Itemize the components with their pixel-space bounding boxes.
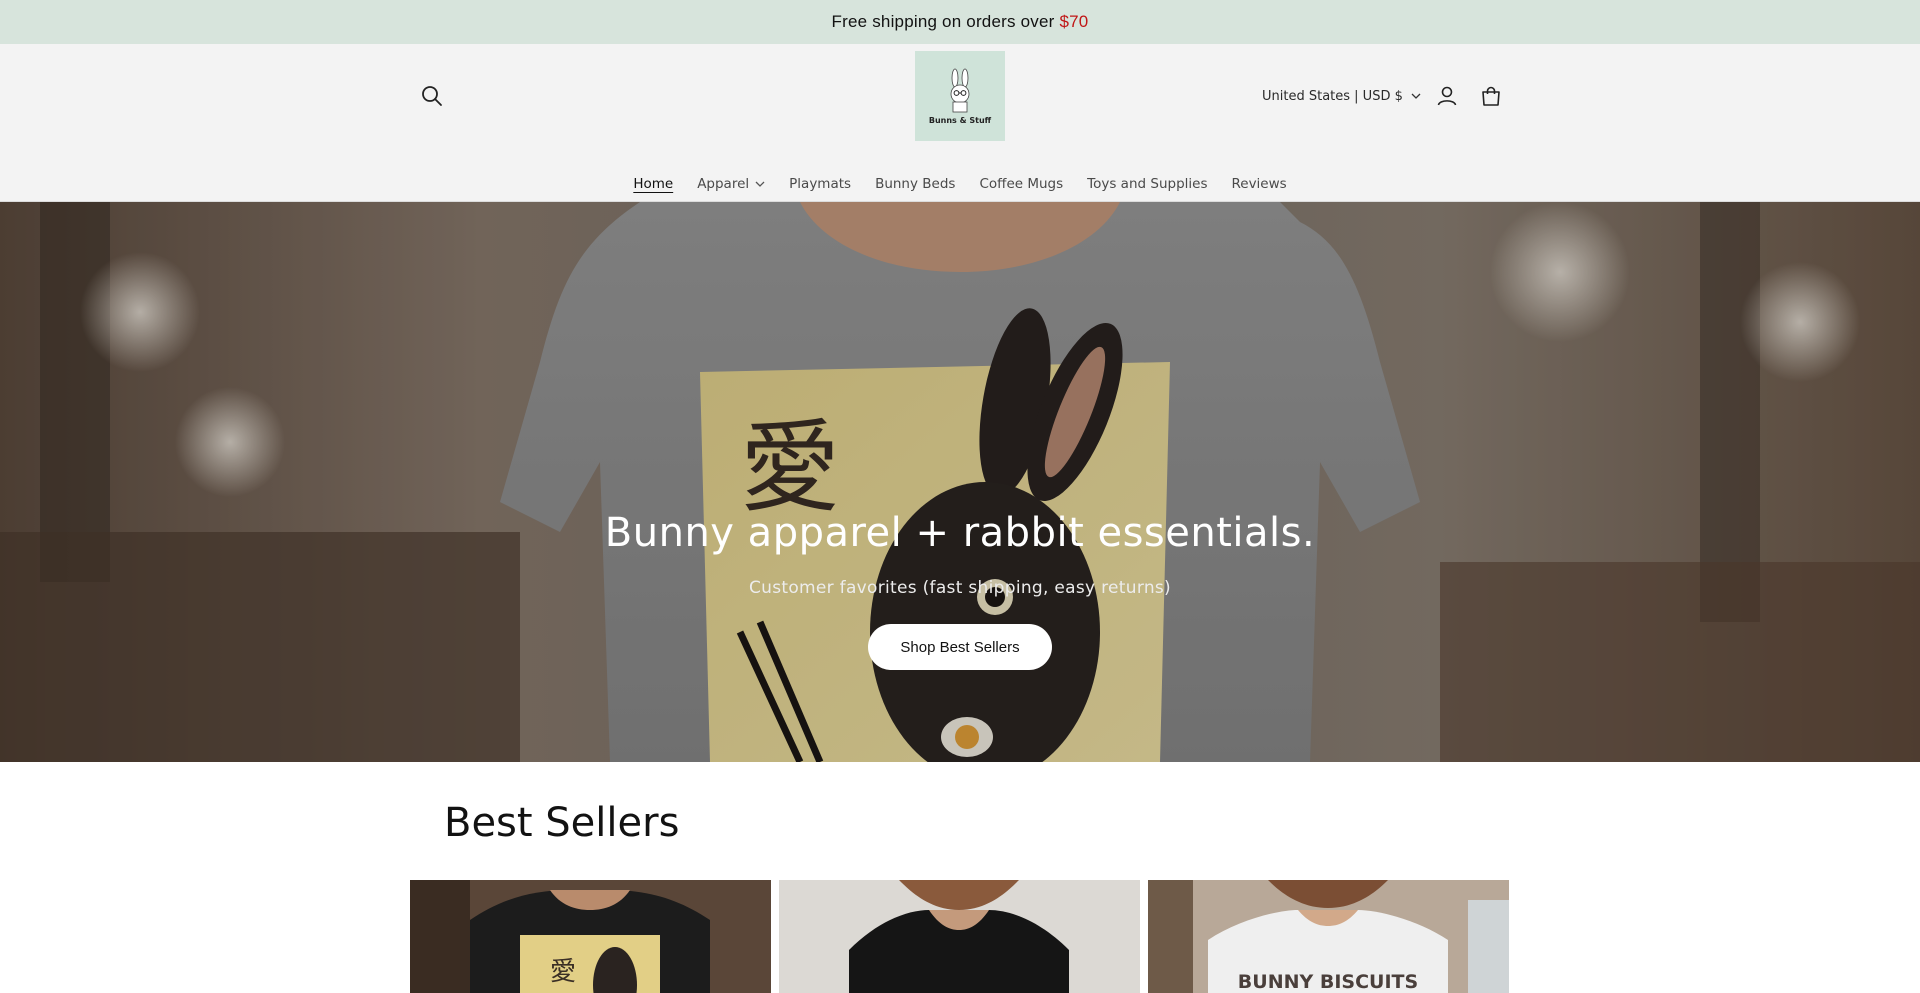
hero-title: Bunny apparel + rabbit essentials. xyxy=(604,510,1316,556)
announcement-text: Free shipping on orders over xyxy=(831,12,1055,31)
product-print-text: BUNNY BISCUITS xyxy=(1238,971,1418,993)
nav-item-label: Reviews xyxy=(1231,176,1287,192)
announcement-bar: Free shipping on orders over $70 xyxy=(0,0,1920,44)
chevron-down-icon xyxy=(755,181,765,187)
cart-button[interactable] xyxy=(1477,82,1505,110)
search-icon xyxy=(422,86,442,106)
search-button[interactable] xyxy=(418,82,446,110)
product-print-glyph: 愛 xyxy=(550,957,576,987)
bunny-logo-icon xyxy=(950,68,970,112)
account-icon xyxy=(1437,86,1457,106)
nav-item-playmats[interactable]: Playmats xyxy=(777,176,863,192)
product-image xyxy=(779,880,1140,993)
nav-item-label: Bunny Beds xyxy=(875,176,956,192)
product-image: BUNNY BISCUITS xyxy=(1148,880,1509,993)
nav-item-toys-and-supplies[interactable]: Toys and Supplies xyxy=(1075,176,1219,192)
announcement-price: $70 xyxy=(1059,12,1089,31)
nav-item-label: Home xyxy=(633,176,674,192)
product-image: 愛 xyxy=(410,880,771,993)
best-sellers-grid: 愛 BUNNY BISCUITS xyxy=(410,880,1510,993)
nav-item-label: Playmats xyxy=(789,176,852,192)
nav-item-label: Coffee Mugs xyxy=(979,176,1064,192)
nav-item-reviews[interactable]: Reviews xyxy=(1219,176,1298,192)
hero-banner: 愛 Bunny apparel + rabbit essentials. Cus… xyxy=(0,202,1920,762)
nav-item-label: Toys and Supplies xyxy=(1087,176,1208,192)
site-logo[interactable]: Bunns & Stuff xyxy=(915,51,1005,141)
localization-label: United States | USD $ xyxy=(1262,88,1403,104)
nav-item-label: Apparel xyxy=(697,176,750,192)
site-header: Bunns & Stuff United States | USD $ Home… xyxy=(0,44,1920,202)
product-card[interactable]: 愛 xyxy=(410,880,771,993)
hero-content: Bunny apparel + rabbit essentials. Custo… xyxy=(0,202,1920,762)
country-currency-selector[interactable]: United States | USD $ xyxy=(1262,84,1421,108)
product-card[interactable]: BUNNY BISCUITS xyxy=(1148,880,1509,993)
product-card[interactable] xyxy=(779,880,1140,993)
logo-text: Bunns & Stuff xyxy=(928,115,992,125)
chevron-down-icon xyxy=(1411,93,1421,99)
best-sellers-title: Best Sellers xyxy=(444,800,680,846)
main-navigation: Home Apparel Playmats Bunny Beds Coffee … xyxy=(0,170,1920,198)
nav-item-bunny-beds[interactable]: Bunny Beds xyxy=(863,176,967,192)
cart-icon xyxy=(1482,86,1500,106)
hero-subtitle: Customer favorites (fast shipping, easy … xyxy=(748,578,1171,598)
shop-best-sellers-button[interactable]: Shop Best Sellers xyxy=(868,624,1052,670)
nav-item-apparel[interactable]: Apparel xyxy=(685,176,777,192)
account-button[interactable] xyxy=(1433,82,1461,110)
nav-item-coffee-mugs[interactable]: Coffee Mugs xyxy=(967,176,1075,192)
nav-item-home[interactable]: Home xyxy=(621,176,685,192)
